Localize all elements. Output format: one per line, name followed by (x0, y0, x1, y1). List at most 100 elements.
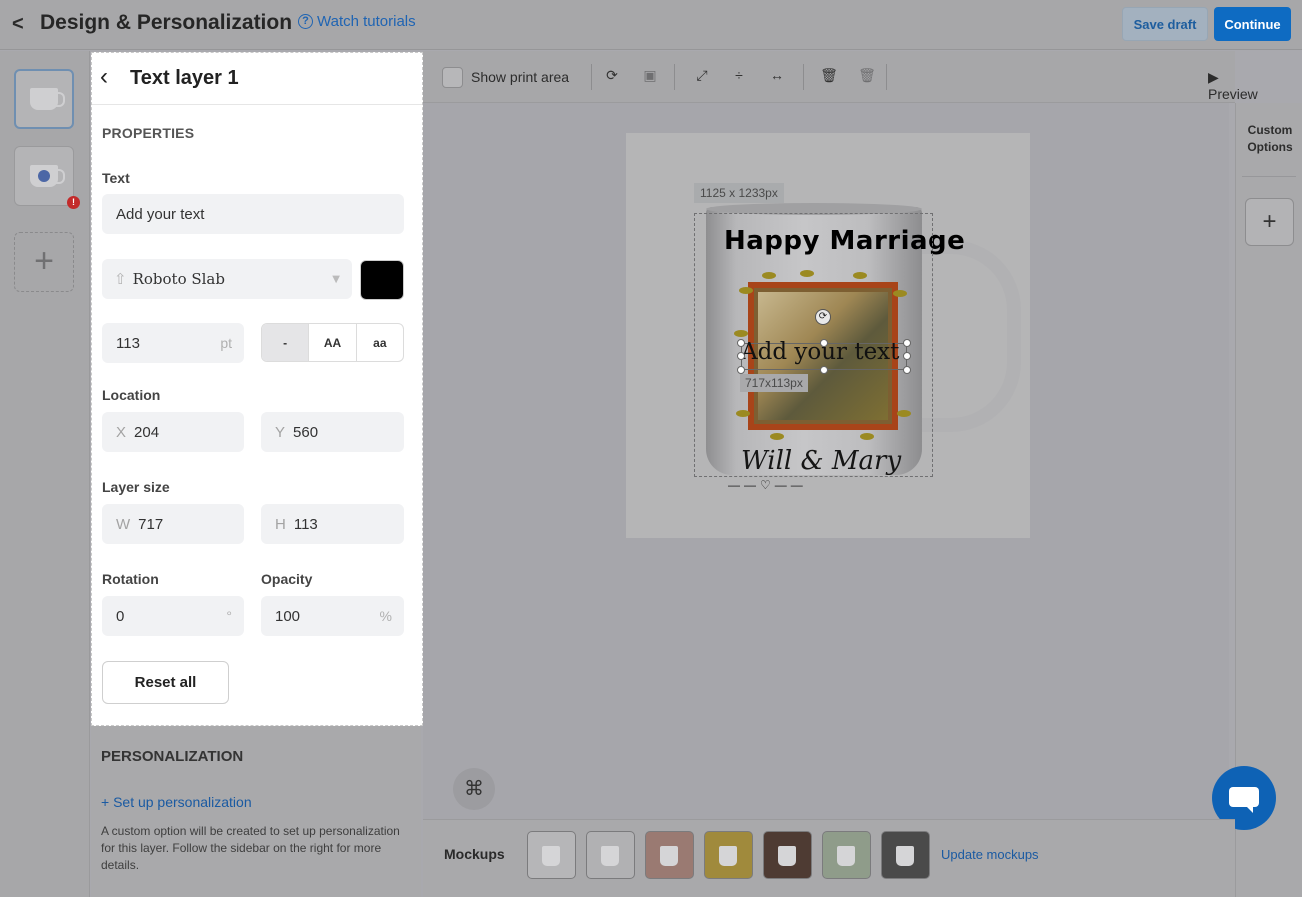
mug-icon (778, 846, 796, 866)
x-input[interactable]: X 204 (102, 412, 244, 452)
continue-button[interactable]: Continue (1214, 7, 1291, 41)
rotation-unit: ° (226, 608, 232, 624)
resize-handle[interactable] (820, 339, 828, 347)
plus-icon: + (34, 242, 54, 280)
layer-size-label-canvas: 717x113px (740, 374, 808, 392)
h-value: 113 (293, 515, 318, 533)
text-label: Text (102, 170, 130, 186)
replace-image-icon[interactable]: ▣ (640, 67, 660, 84)
shortcuts-button[interactable]: ⌘ (453, 768, 495, 810)
chevron-down-icon: ▼ (332, 273, 340, 285)
x-value: 204 (134, 423, 160, 441)
mug-icon (30, 88, 65, 110)
setup-personalization-link[interactable]: + Set up personalization (101, 794, 252, 810)
add-custom-option-button[interactable]: + (1245, 198, 1294, 246)
save-draft-button[interactable]: Save draft (1122, 7, 1208, 41)
opacity-unit: % (379, 608, 392, 624)
warning-badge-icon: ! (67, 196, 80, 209)
mockup-thumbnail[interactable] (763, 831, 812, 879)
mug-icon (30, 165, 65, 187)
resize-handle[interactable] (737, 366, 745, 374)
rotation-input[interactable]: 0 ° (102, 596, 244, 636)
mug-icon (601, 846, 619, 866)
case-none-button[interactable]: - (262, 324, 310, 361)
font-color-swatch[interactable] (360, 260, 404, 300)
fit-expand-icon[interactable]: ⤢ (692, 67, 712, 84)
mug-icon (896, 846, 914, 866)
align-vertical-center-icon[interactable]: ÷ (729, 67, 749, 83)
font-select[interactable]: ⇧ Roboto Slab ▼ (102, 259, 352, 299)
watch-tutorials-link[interactable]: ? Watch tutorials (298, 13, 416, 30)
panel-title: Text layer 1 (130, 67, 239, 89)
update-mockups-link[interactable]: Update mockups (941, 847, 1039, 862)
reset-all-button[interactable]: Reset all (102, 661, 229, 704)
font-name: Roboto Slab (132, 270, 225, 288)
case-upper-button[interactable]: AA (309, 324, 357, 361)
resize-handle[interactable] (737, 339, 745, 347)
mockup-thumbnail[interactable] (527, 831, 576, 879)
w-prefix: W (116, 515, 131, 533)
resize-handle[interactable] (903, 352, 911, 360)
opacity-label: Opacity (261, 571, 313, 587)
y-prefix: Y (275, 423, 286, 441)
plus-icon: + (1262, 208, 1277, 235)
toolbar-divider (886, 64, 887, 90)
mug-icon (837, 846, 855, 866)
design-thumb-2[interactable] (14, 146, 74, 206)
width-input[interactable]: W 717 (102, 504, 244, 544)
back-chevron-icon[interactable]: < (12, 13, 24, 36)
mockup-thumbnail[interactable] (822, 831, 871, 879)
resize-handle[interactable] (903, 339, 911, 347)
case-lower-button[interactable]: aa (357, 324, 403, 361)
location-label: Location (102, 387, 161, 403)
y-input[interactable]: Y 560 (261, 412, 404, 452)
toolbar-divider (591, 64, 592, 90)
print-area-size-label: 1125 x 1233px (694, 183, 784, 203)
text-layer-panel: ‹ Text layer 1 PROPERTIES Text Add your … (91, 52, 423, 726)
mockup-thumbnail[interactable] (586, 831, 635, 879)
upload-icon: ⇧ (114, 271, 127, 288)
resize-handle[interactable] (737, 352, 745, 360)
rotation-value: 0 (116, 607, 125, 625)
add-design-button[interactable]: + (14, 232, 74, 292)
resize-handle[interactable] (820, 366, 828, 374)
show-print-area-label: Show print area (471, 69, 570, 85)
panel-header: ‹ Text layer 1 (92, 53, 422, 105)
properties-heading: PROPERTIES (102, 125, 195, 141)
panel-back-icon[interactable]: ‹ (100, 63, 108, 91)
x-prefix: X (116, 423, 127, 441)
personalization-section: PERSONALIZATION + Set up personalization… (91, 726, 421, 897)
h-prefix: H (275, 515, 286, 533)
mug-icon (660, 846, 678, 866)
y-value: 560 (293, 423, 319, 441)
design-thumb-1[interactable] (14, 69, 74, 129)
text-input[interactable]: Add your text (102, 194, 404, 234)
rotation-label: Rotation (102, 571, 159, 587)
preview-button[interactable]: ▶ Preview (1208, 69, 1258, 102)
top-bar: < Design & Personalization ? Watch tutor… (0, 0, 1302, 50)
mockup-thumbnail[interactable] (645, 831, 694, 879)
toolbar-divider (803, 64, 804, 90)
resize-handle[interactable] (903, 366, 911, 374)
align-horizontal-center-icon[interactable]: ↔ (767, 67, 787, 83)
image-dot (38, 170, 50, 182)
opacity-input[interactable]: 100 % (261, 596, 404, 636)
command-icon: ⌘ (464, 778, 484, 800)
delete-all-icon[interactable]: 🗑 (857, 67, 877, 84)
mockup-thumbnail[interactable] (704, 831, 753, 879)
delete-icon[interactable]: 🗑 (819, 67, 839, 84)
personalization-heading: PERSONALIZATION (101, 748, 244, 765)
chat-bubble-icon (1229, 787, 1259, 807)
preview-label: Preview (1208, 86, 1258, 102)
layer-size-label: Layer size (102, 479, 170, 495)
show-print-area-checkbox[interactable] (442, 67, 463, 88)
ornament-icon: ——♡—— (728, 478, 807, 492)
rotate-icon[interactable]: ⟳ (602, 67, 622, 84)
mockups-label: Mockups (444, 846, 505, 862)
w-value: 717 (138, 515, 164, 533)
height-input[interactable]: H 113 (261, 504, 404, 544)
mockup-thumbnail[interactable] (881, 831, 930, 879)
design-thumbnails: ! + (0, 51, 90, 897)
font-size-input[interactable]: 113 pt (102, 323, 244, 363)
rotate-handle-icon[interactable]: ⟳ (815, 309, 831, 325)
